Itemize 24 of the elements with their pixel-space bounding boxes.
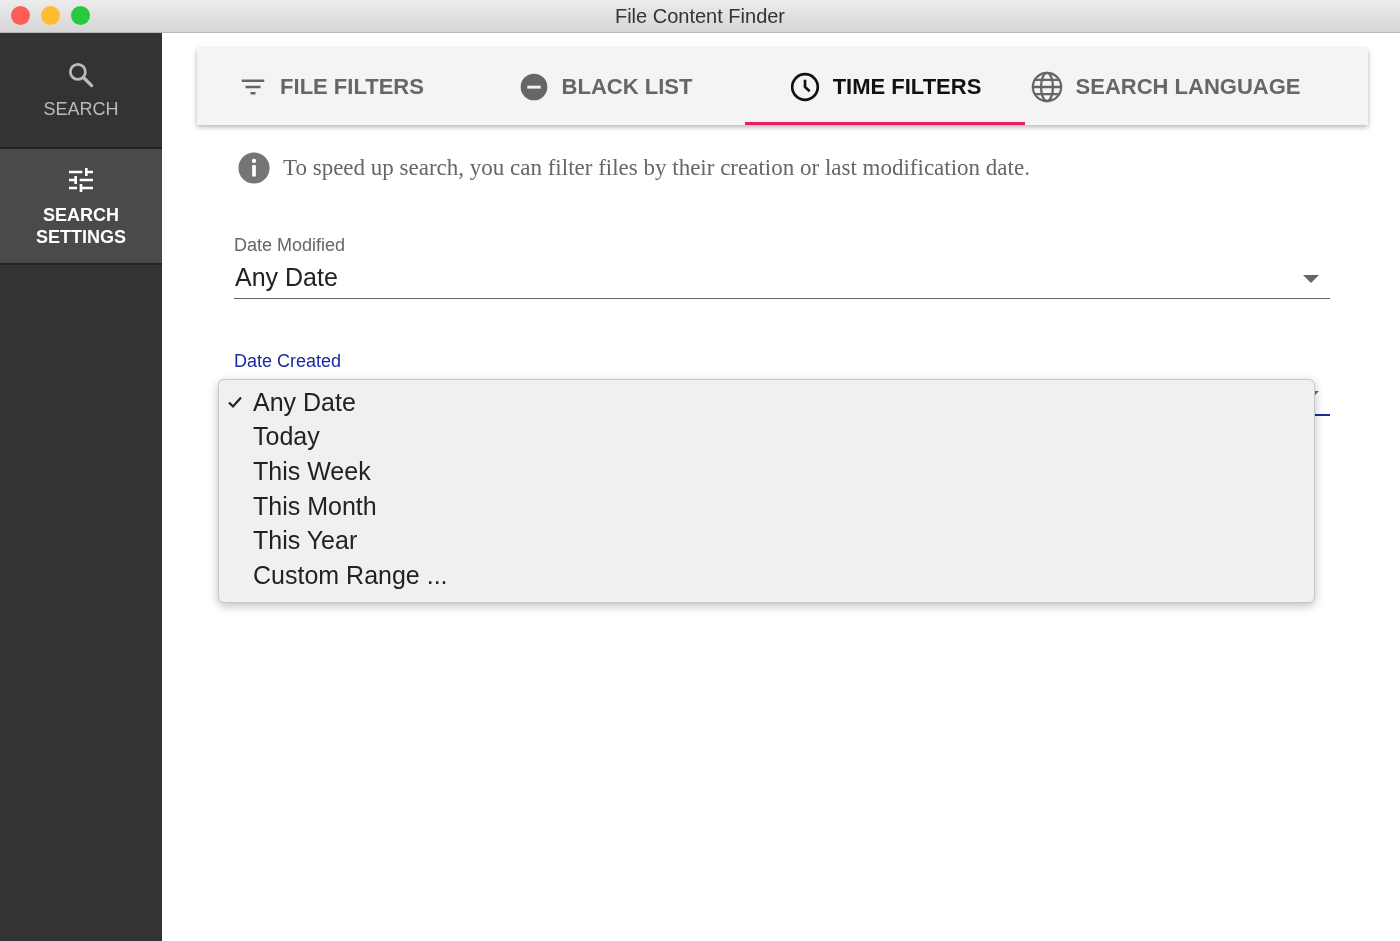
tab[interactable]: TIME FILTERS bbox=[745, 48, 1025, 125]
tab[interactable]: FILE FILTERS bbox=[197, 48, 465, 125]
info-icon bbox=[237, 151, 271, 185]
menu-item[interactable]: Custom Range ... bbox=[219, 557, 1314, 593]
search-icon bbox=[66, 60, 96, 90]
field-label: Date Modified bbox=[234, 235, 347, 256]
select-field[interactable]: Any Date bbox=[234, 256, 1330, 299]
close-button[interactable] bbox=[11, 6, 30, 25]
minimize-button[interactable] bbox=[41, 6, 60, 25]
info-text: To speed up search, you can filter files by their creation or last modification date. bbox=[283, 155, 1030, 181]
zoom-button[interactable] bbox=[71, 6, 90, 25]
field-label: Date Created bbox=[234, 351, 343, 372]
tab[interactable]: SEARCH LANGUAGE bbox=[1025, 48, 1305, 125]
sidebar-item[interactable]: SEARCH SETTINGS bbox=[0, 149, 162, 265]
caret-icon bbox=[1302, 274, 1320, 284]
menu-item[interactable]: Today bbox=[219, 419, 1314, 455]
globe-icon bbox=[1029, 69, 1064, 104]
tab[interactable]: BLACK LIST bbox=[465, 48, 745, 125]
menu-item[interactable]: This Month bbox=[219, 488, 1314, 524]
menu-item[interactable]: This Week bbox=[219, 454, 1314, 489]
clock-icon bbox=[788, 70, 821, 103]
menu-item[interactable]: This Year bbox=[219, 523, 1314, 558]
menu-item[interactable]: Any Date bbox=[219, 385, 1314, 420]
window-title: File Content Finder bbox=[614, 4, 786, 28]
